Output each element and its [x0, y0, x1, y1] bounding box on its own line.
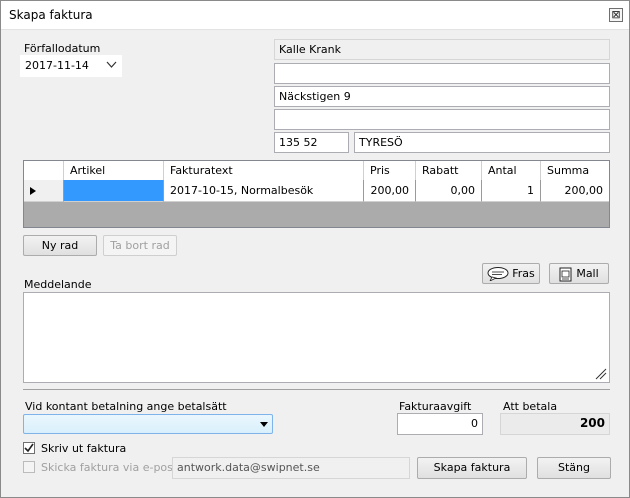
row-selector[interactable] — [24, 180, 64, 202]
template-button[interactable]: Mall — [549, 263, 609, 284]
email-invoice-checkbox[interactable] — [23, 461, 35, 473]
payment-method-select[interactable] — [23, 414, 273, 434]
cell-rabatt[interactable]: 0,00 — [416, 180, 482, 202]
cell-artikel[interactable] — [64, 180, 164, 202]
close-window-button[interactable]: ⊠ — [609, 8, 623, 22]
template-document-icon — [559, 267, 572, 281]
due-date-picker[interactable]: 2017-11-14 — [20, 55, 122, 77]
template-button-label: Mall — [576, 267, 599, 280]
close-button[interactable]: Stäng — [537, 457, 611, 479]
zip-value: 135 52 — [279, 136, 318, 149]
print-invoice-label: Skriv ut faktura — [41, 442, 127, 455]
grid-empty-area — [24, 203, 609, 227]
cell-fakturatext[interactable]: 2017-10-15, Normalbesök — [164, 180, 364, 202]
invoice-fee-value: 0 — [471, 417, 478, 430]
delete-row-button[interactable]: Ta bort rad — [103, 235, 177, 256]
phrase-bubble-icon — [487, 267, 509, 281]
title-bar: Skapa faktura ⊠ — [1, 1, 629, 30]
email-invoice-label: Skicka faktura via e-post — [41, 461, 178, 474]
email-address-value: antwork.data@swipnet.se — [177, 461, 320, 474]
due-date-label: Förfallodatum — [24, 42, 101, 55]
invoice-fee-label: Fakturaavgift — [399, 400, 472, 413]
email-address-field: antwork.data@swipnet.se — [172, 457, 410, 479]
create-invoice-button[interactable]: Skapa faktura — [417, 457, 527, 479]
street-value: Näckstigen 9 — [279, 90, 351, 103]
column-header-pris[interactable]: Pris — [364, 161, 416, 180]
address-line-2-field[interactable] — [274, 63, 610, 84]
amount-to-pay-field: 200 — [500, 413, 610, 435]
resize-grip-icon[interactable] — [595, 368, 607, 380]
row-header-corner — [24, 161, 64, 180]
separator — [23, 389, 610, 390]
window-title: Skapa faktura — [9, 8, 93, 22]
new-row-button[interactable]: Ny rad — [23, 235, 97, 256]
phrase-button-label: Fras — [512, 267, 535, 280]
column-header-antal[interactable]: Antal — [482, 161, 541, 180]
phrase-button[interactable]: Fras — [482, 263, 540, 284]
column-header-fakturatext[interactable]: Fakturatext — [164, 161, 364, 180]
column-header-rabatt[interactable]: Rabatt — [416, 161, 482, 180]
city-field[interactable]: TYRESÖ — [354, 132, 610, 153]
invoice-fee-field[interactable]: 0 — [397, 413, 483, 435]
close-icon: ⊠ — [611, 8, 621, 21]
message-textarea[interactable] — [23, 292, 610, 383]
street-field[interactable]: Näckstigen 9 — [274, 86, 610, 107]
chevron-down-icon — [106, 61, 117, 68]
message-label: Meddelande — [24, 278, 92, 291]
customer-name-field: Kalle Krank — [274, 39, 610, 60]
column-header-summa[interactable]: Summa — [541, 161, 609, 180]
cell-antal[interactable]: 1 — [482, 180, 541, 202]
create-invoice-window: Skapa faktura ⊠ Förfallodatum 2017-11-14… — [0, 0, 630, 498]
cell-summa[interactable]: 200,00 — [541, 180, 609, 202]
cell-pris[interactable]: 200,00 — [364, 180, 416, 202]
grid-header: Artikel Fakturatext Pris Rabatt Antal Su… — [24, 161, 609, 181]
table-row[interactable]: 2017-10-15, Normalbesök 200,00 0,00 1 20… — [24, 180, 609, 202]
checkmark-icon — [24, 443, 34, 453]
column-header-artikel[interactable]: Artikel — [64, 161, 164, 180]
print-invoice-checkbox[interactable] — [23, 442, 35, 454]
current-row-icon — [30, 187, 36, 195]
city-value: TYRESÖ — [359, 136, 403, 149]
zip-field[interactable]: 135 52 — [274, 132, 349, 153]
customer-name-value: Kalle Krank — [279, 43, 341, 56]
payment-method-label: Vid kontant betalning ange betalsätt — [25, 400, 227, 413]
dropdown-arrow-icon — [260, 422, 268, 427]
amount-to-pay-label: Att betala — [503, 400, 558, 413]
due-date-value: 2017-11-14 — [25, 59, 89, 72]
invoice-rows-grid: Artikel Fakturatext Pris Rabatt Antal Su… — [23, 160, 610, 228]
address-line-4-field[interactable] — [274, 109, 610, 130]
amount-to-pay-value: 200 — [579, 416, 605, 430]
